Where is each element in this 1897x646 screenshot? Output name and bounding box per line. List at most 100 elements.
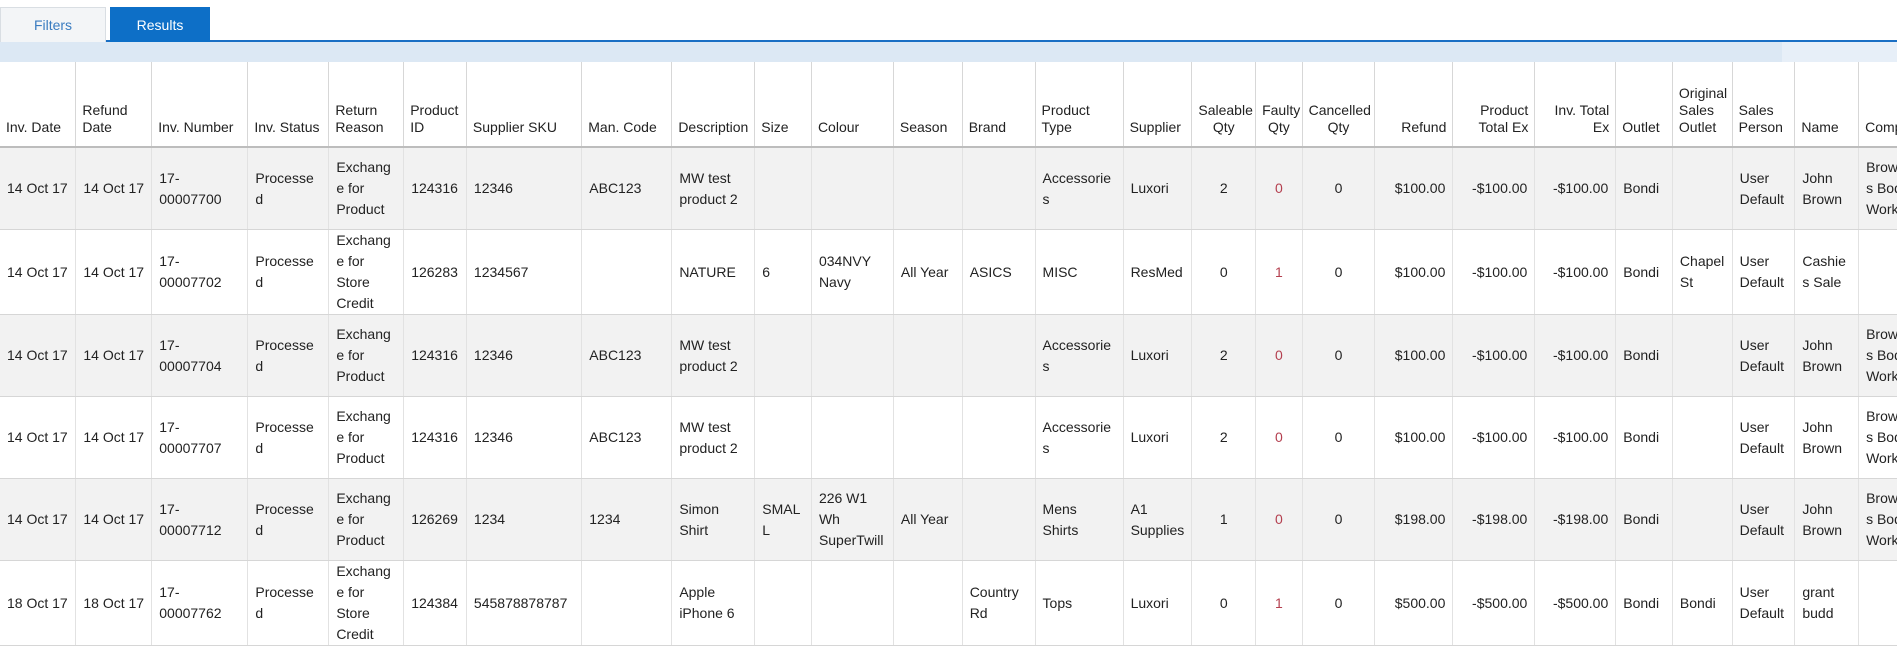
cell-return-reason: Exchange for Store Credit: [328, 229, 405, 315]
cell-brand: [962, 396, 1036, 479]
cell-inv-date: 14 Oct 17: [0, 478, 77, 561]
cell-supplier: Luxori: [1123, 396, 1193, 479]
cell-product-type: Accessories: [1035, 147, 1124, 230]
cell-sales-person: User Default: [1732, 229, 1796, 315]
cell-product-total-ex: -$198.00: [1452, 478, 1536, 561]
column-header-faulty-qty[interactable]: Faulty Qty: [1255, 62, 1303, 148]
cell-name: John Brown: [1794, 147, 1860, 230]
cell-supplier: Luxori: [1123, 560, 1193, 646]
cell-size: SMALL: [754, 478, 812, 561]
column-header-refund[interactable]: Refund: [1374, 62, 1454, 148]
cell-supplier: Luxori: [1123, 147, 1193, 230]
cell-inv-number: 17-00007702: [151, 229, 249, 315]
cell-original-sales-outlet: [1672, 314, 1733, 397]
column-header-colour[interactable]: Colour: [811, 62, 894, 148]
cell-company: Browns Body Works: [1858, 147, 1897, 230]
cell-product-type: Tops: [1035, 560, 1124, 646]
cell-product-total-ex: -$500.00: [1452, 560, 1536, 646]
results-table: Inv. Date Refund Date Inv. Number Inv. Stat…: [0, 62, 1897, 646]
cell-size: [754, 147, 812, 230]
cell-supplier-sku: 12346: [466, 314, 583, 397]
cell-description: NATURE: [671, 229, 756, 315]
cell-inv-date: 14 Oct 17: [0, 229, 77, 315]
table-row[interactable]: 14 Oct 17 14 Oct 17 17-00007707 Processed Ex…: [0, 396, 1897, 479]
cell-original-sales-outlet: Bondi: [1672, 560, 1733, 646]
cell-product-type: MISC: [1035, 229, 1124, 315]
cell-product-type: Accessories: [1035, 396, 1124, 479]
column-header-season[interactable]: Season: [893, 62, 963, 148]
column-header-supplier-sku[interactable]: Supplier SKU: [466, 62, 583, 148]
cell-refund-date: 18 Oct 17: [75, 560, 153, 646]
column-header-man-code[interactable]: Man. Code: [581, 62, 673, 148]
tab-results[interactable]: Results: [110, 7, 210, 42]
cell-size: [754, 314, 812, 397]
cell-saleable-qty: 1: [1191, 478, 1257, 561]
cell-faulty-qty: 0: [1255, 314, 1303, 397]
cell-product-type: Mens Shirts: [1035, 478, 1124, 561]
cell-company: [1858, 560, 1897, 646]
column-header-product-id[interactable]: Product ID: [403, 62, 467, 148]
cell-man-code: ABC123: [581, 396, 673, 479]
cell-inv-number: 17-00007707: [151, 396, 249, 479]
cell-faulty-qty: 0: [1255, 396, 1303, 479]
column-header-inv-status[interactable]: Inv. Status: [247, 62, 330, 148]
cell-inv-status: Processed: [247, 229, 330, 315]
cell-brand: [962, 314, 1036, 397]
table-row[interactable]: 14 Oct 17 14 Oct 17 17-00007700 Processed Ex…: [0, 147, 1897, 230]
column-header-supplier[interactable]: Supplier: [1123, 62, 1193, 148]
table-row[interactable]: 14 Oct 17 14 Oct 17 17-00007702 Processed Ex…: [0, 229, 1897, 315]
tab-filters[interactable]: Filters: [0, 7, 106, 42]
cell-season: [893, 314, 963, 397]
cell-colour: [811, 314, 894, 397]
column-header-company[interactable]: Company: [1858, 62, 1897, 148]
column-header-inv-number[interactable]: Inv. Number: [151, 62, 249, 148]
column-header-saleable-qty[interactable]: Saleable Qty: [1191, 62, 1257, 148]
cell-man-code: [581, 229, 673, 315]
column-header-product-total-ex[interactable]: Product Total Ex: [1452, 62, 1536, 148]
cell-name: John Brown: [1794, 396, 1860, 479]
column-header-product-type[interactable]: Product Type: [1035, 62, 1124, 148]
column-header-return-reason[interactable]: Return Reason: [328, 62, 405, 148]
table-row[interactable]: 14 Oct 17 14 Oct 17 17-00007712 Processed Ex…: [0, 478, 1897, 561]
cell-supplier: Luxori: [1123, 314, 1193, 397]
cell-original-sales-outlet: [1672, 147, 1733, 230]
column-header-description[interactable]: Description: [671, 62, 756, 148]
column-header-cancelled-qty[interactable]: Cancelled Qty: [1302, 62, 1376, 148]
column-header-inv-date[interactable]: Inv. Date: [0, 62, 77, 148]
cell-supplier-sku: 12346: [466, 396, 583, 479]
column-header-refund-date[interactable]: Refund Date: [75, 62, 153, 148]
cell-inv-date: 14 Oct 17: [0, 147, 77, 230]
cell-saleable-qty: 0: [1191, 560, 1257, 646]
cell-refund: $198.00: [1374, 478, 1454, 561]
cell-cancelled-qty: 0: [1302, 229, 1376, 315]
cell-inv-total-ex: -$100.00: [1534, 396, 1617, 479]
column-header-outlet[interactable]: Outlet: [1615, 62, 1673, 148]
cell-name: John Brown: [1794, 478, 1860, 561]
cell-inv-total-ex: -$100.00: [1534, 147, 1617, 230]
column-header-inv-total-ex[interactable]: Inv. Total Ex: [1534, 62, 1617, 148]
cell-supplier: ResMed: [1123, 229, 1193, 315]
cell-product-id: 126269: [403, 478, 467, 561]
cell-product-total-ex: -$100.00: [1452, 229, 1536, 315]
cell-brand: ASICS: [962, 229, 1036, 315]
column-header-sales-person[interactable]: Sales Person: [1732, 62, 1796, 148]
column-header-size[interactable]: Size: [754, 62, 812, 148]
cell-description: MW test product 2: [671, 396, 756, 479]
cell-company: Browns Body Works: [1858, 396, 1897, 479]
table-row[interactable]: 18 Oct 17 18 Oct 17 17-00007762 Processed Ex…: [0, 560, 1897, 646]
cell-size: [754, 396, 812, 479]
column-header-brand[interactable]: Brand: [962, 62, 1036, 148]
table-row[interactable]: 14 Oct 17 14 Oct 17 17-00007704 Processed Ex…: [0, 314, 1897, 397]
cell-return-reason: Exchange for Store Credit: [328, 560, 405, 646]
cell-sales-person: User Default: [1732, 314, 1796, 397]
column-header-name[interactable]: Name: [1794, 62, 1860, 148]
cell-brand: Country Rd: [962, 560, 1036, 646]
cell-colour: 034NVY Navy: [811, 229, 894, 315]
cell-sales-person: User Default: [1732, 560, 1796, 646]
cell-supplier-sku: 12346: [466, 147, 583, 230]
cell-name: grant budd: [1794, 560, 1860, 646]
column-header-original-sales-outlet[interactable]: Original Sales Outlet: [1672, 62, 1733, 148]
cell-faulty-qty: 1: [1255, 229, 1303, 315]
cell-refund-date: 14 Oct 17: [75, 229, 153, 315]
cell-inv-status: Processed: [247, 560, 330, 646]
